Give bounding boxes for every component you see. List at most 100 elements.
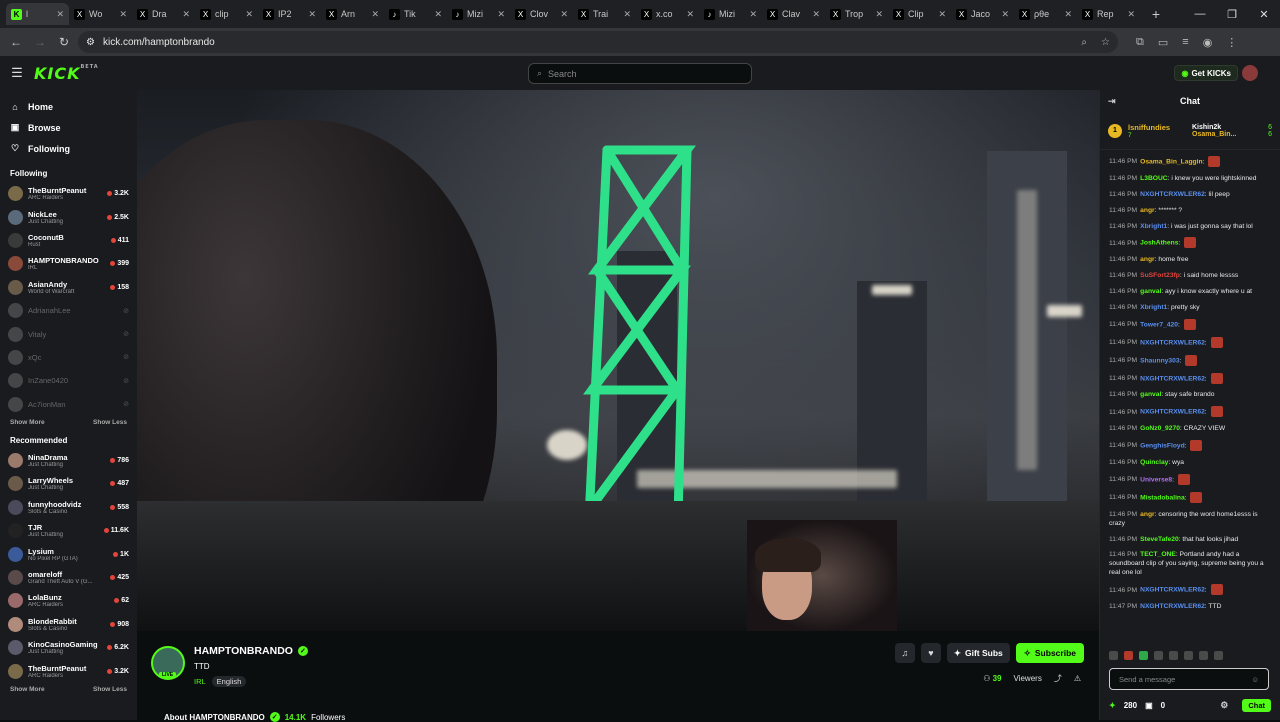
channel-row[interactable]: LolaBunz ARC Raiders 62 bbox=[0, 589, 137, 612]
message-username[interactable]: L3BOUC bbox=[1140, 175, 1168, 182]
browser-tab[interactable]: ♪ Tik ✕ bbox=[384, 3, 447, 25]
message-username[interactable]: NXGHTCRXWLER62 bbox=[1140, 339, 1205, 346]
browser-tab[interactable]: Xclip ✕ bbox=[195, 3, 258, 25]
message-username[interactable]: SuSFort23fp bbox=[1140, 272, 1180, 279]
browser-tab[interactable]: X Rep ✕ bbox=[1077, 3, 1140, 25]
browser-tab[interactable]: X Clip ✕ bbox=[888, 3, 951, 25]
cast-icon[interactable]: ▭ bbox=[1158, 36, 1168, 49]
browser-tab[interactable]: X Wo ✕ bbox=[69, 3, 132, 25]
sidebar-item-browse[interactable]: ▣ Browse bbox=[0, 117, 137, 138]
close-tab-icon[interactable]: ✕ bbox=[182, 9, 190, 20]
channel-row[interactable]: Ac7ionMan ⊘ bbox=[0, 393, 137, 416]
browser-tab[interactable]: X IP2 ✕ bbox=[258, 3, 321, 25]
channel-row[interactable]: InZane0420 ⊘ bbox=[0, 369, 137, 392]
channel-row[interactable]: TheBurntPeanut ARC Raiders 3.2K bbox=[0, 182, 137, 205]
browser-tab[interactable]: Xρθe ✕ bbox=[1014, 3, 1077, 25]
collapse-chat-icon[interactable]: ⇥ bbox=[1108, 96, 1116, 107]
browser-tab[interactable]: X Arn ✕ bbox=[321, 3, 384, 25]
message-username[interactable]: NXGHTCRXWLER62 bbox=[1140, 375, 1205, 382]
close-tab-icon[interactable]: ✕ bbox=[875, 9, 883, 20]
message-username[interactable]: NXGHTCRXWLER62 bbox=[1140, 409, 1205, 416]
language-tag[interactable]: English bbox=[211, 676, 247, 687]
new-tab-button[interactable]: + bbox=[1146, 6, 1166, 22]
browser-tab[interactable]: X Dra ✕ bbox=[132, 3, 195, 25]
show-less-button[interactable]: Show Less bbox=[93, 419, 127, 426]
show-more-button[interactable]: Show More bbox=[10, 419, 45, 426]
message-username[interactable]: angr bbox=[1140, 207, 1155, 214]
share-icon[interactable]: ⤴ bbox=[1054, 673, 1062, 684]
menu-icon[interactable]: ☰ bbox=[0, 65, 34, 81]
channel-row[interactable]: CoconutB Rust 411 bbox=[0, 229, 137, 252]
browser-tab[interactable]: ♪ Mizi ✕ bbox=[447, 3, 510, 25]
browser-tab[interactable]: X Trai ✕ bbox=[573, 3, 636, 25]
browser-tab[interactable]: X Trop ✕ bbox=[825, 3, 888, 25]
message-username[interactable]: Universe8 bbox=[1140, 476, 1172, 483]
message-username[interactable]: angr bbox=[1140, 256, 1155, 263]
show-more-button[interactable]: Show More bbox=[10, 686, 45, 693]
profile-icon[interactable]: ◉ bbox=[1203, 36, 1213, 49]
site-info-icon[interactable]: ⚙ bbox=[86, 37, 95, 48]
close-tab-icon[interactable]: ✕ bbox=[371, 9, 379, 20]
message-username[interactable]: Xbright1 bbox=[1140, 223, 1167, 230]
get-kicks-button[interactable]: ◉ Get KICKs bbox=[1174, 65, 1238, 81]
channel-row[interactable]: omareloff Grand Theft Auto V (G... 425 bbox=[0, 566, 137, 589]
close-tab-icon[interactable]: ✕ bbox=[434, 9, 442, 20]
notification-bell-icon[interactable]: ♫ bbox=[894, 643, 915, 663]
video-player[interactable] bbox=[137, 90, 1099, 631]
browser-tab[interactable]: Kl ✕ bbox=[6, 3, 69, 25]
close-tab-icon[interactable]: ✕ bbox=[749, 9, 757, 20]
channel-row[interactable]: BlondeRabbit Slots & Casino 908 bbox=[0, 613, 137, 636]
report-icon[interactable]: ⚠ bbox=[1074, 674, 1081, 683]
message-username[interactable]: Osama_Bin_Laggin bbox=[1140, 158, 1202, 165]
message-username[interactable]: angr bbox=[1140, 511, 1155, 518]
emote-icon[interactable] bbox=[1199, 651, 1208, 660]
search-input[interactable]: ⌕ Search bbox=[528, 63, 752, 84]
maximize-icon[interactable]: ❐ bbox=[1216, 0, 1248, 28]
message-username[interactable]: TECT_ONE bbox=[1140, 551, 1176, 558]
browser-tab[interactable]: Xx.co ✕ bbox=[636, 3, 699, 25]
close-tab-icon[interactable]: ✕ bbox=[497, 9, 505, 20]
gift-subs-button[interactable]: ✦ Gift Subs bbox=[946, 643, 1010, 663]
streamer-name[interactable]: HAMPTONBRANDO ✓ bbox=[194, 645, 308, 657]
sidebar-item-following[interactable]: ♡ Following bbox=[0, 138, 137, 159]
emote-icon[interactable] bbox=[1109, 651, 1118, 660]
channel-row[interactable]: Lysium No Pixel RP (GTA) 1K bbox=[0, 542, 137, 565]
browser-tab[interactable]: ♪ Mizi ✕ bbox=[699, 3, 762, 25]
channel-row[interactable]: NickLee Just Chatting 2.5K bbox=[0, 205, 137, 228]
emote-icon[interactable] bbox=[1154, 651, 1163, 660]
message-username[interactable]: Quinclay bbox=[1140, 459, 1168, 466]
message-username[interactable]: Mistadobalina bbox=[1140, 494, 1185, 501]
close-tab-icon[interactable]: ✕ bbox=[308, 9, 316, 20]
points-count[interactable]: 280 bbox=[1124, 701, 1137, 710]
chat-input[interactable]: Send a message ☺ bbox=[1109, 668, 1269, 690]
message-username[interactable]: NXGHTCRXWLER62 bbox=[1140, 603, 1205, 610]
browser-tab[interactable]: X Clav ✕ bbox=[762, 3, 825, 25]
close-tab-icon[interactable]: ✕ bbox=[686, 9, 694, 20]
close-tab-icon[interactable]: ✕ bbox=[560, 9, 568, 20]
close-tab-icon[interactable]: ✕ bbox=[1127, 9, 1135, 20]
emote-icon[interactable] bbox=[1169, 651, 1178, 660]
bookmark-star-icon[interactable]: ☆ bbox=[1101, 37, 1110, 48]
message-username[interactable]: Xbright1 bbox=[1140, 304, 1167, 311]
channel-row[interactable]: Vitaly ⊘ bbox=[0, 322, 137, 345]
emoji-icon[interactable]: ☺ bbox=[1251, 675, 1259, 684]
channel-row[interactable]: NinaDrama Just Chatting 786 bbox=[0, 449, 137, 472]
leader-name[interactable]: Kishin2k bbox=[1192, 124, 1221, 131]
emote-icon[interactable] bbox=[1214, 651, 1223, 660]
channel-row[interactable]: LarryWheels Just Chatting 487 bbox=[0, 472, 137, 495]
leader-name[interactable]: lsniffundies bbox=[1128, 123, 1170, 132]
message-username[interactable]: Tower7_420 bbox=[1140, 321, 1178, 328]
close-tab-icon[interactable]: ✕ bbox=[623, 9, 631, 20]
subscribe-button[interactable]: ✧ Subscribe bbox=[1015, 643, 1084, 663]
zoom-icon[interactable]: ⌕ bbox=[1081, 37, 1087, 48]
sidebar-item-home[interactable]: ⌂ Home bbox=[0, 96, 137, 117]
browser-tab[interactable]: X Clov ✕ bbox=[510, 3, 573, 25]
chat-messages[interactable]: 11:46 PM Osama_Bin_Laggin: 11:46 PM L3BOUC… bbox=[1100, 152, 1280, 650]
send-chat-button[interactable]: Chat bbox=[1242, 698, 1271, 712]
channel-row[interactable]: HAMPTONBRANDO IRL 399 bbox=[0, 252, 137, 275]
back-icon[interactable]: ← bbox=[6, 32, 26, 52]
channel-row[interactable]: xQc ⊘ bbox=[0, 346, 137, 369]
message-username[interactable]: NXGHTCRXWLER62 bbox=[1140, 191, 1205, 198]
close-tab-icon[interactable]: ✕ bbox=[1064, 9, 1072, 20]
close-tab-icon[interactable]: ✕ bbox=[245, 9, 253, 20]
